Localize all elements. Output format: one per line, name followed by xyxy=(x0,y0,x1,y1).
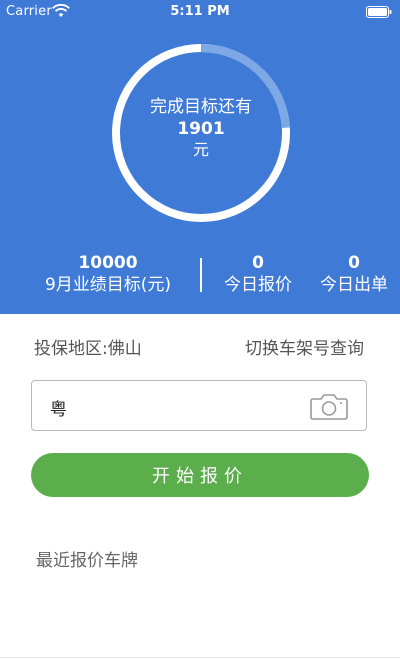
goal-remaining: 完成目标还有 1901 元 xyxy=(108,96,294,160)
license-plate-field[interactable]: 粤 xyxy=(31,380,367,431)
stat-quotes-value: 0 xyxy=(252,253,264,273)
switch-vin-query-link[interactable]: 切换车架号查询 xyxy=(245,334,364,359)
goal-remaining-amount: 1901 xyxy=(177,119,225,139)
stat-today-orders: 0 今日出单 xyxy=(308,252,400,296)
battery-icon xyxy=(366,6,392,18)
region-row: 投保地区:佛山 切换车架号查询 xyxy=(34,334,370,360)
stat-quotes-label: 今日报价 xyxy=(224,275,292,295)
insured-region-label[interactable]: 投保地区:佛山 xyxy=(34,334,142,359)
stats-row: 10000 9月业绩目标(元) 0 今日报价 0 今日出单 xyxy=(0,252,400,298)
stat-today-quotes: 0 今日报价 xyxy=(212,252,304,296)
stat-monthly-target: 10000 9月业绩目标(元) xyxy=(18,252,198,296)
plate-province-prefix[interactable]: 粤 xyxy=(50,395,67,420)
goal-caption: 完成目标还有 xyxy=(150,97,252,117)
plate-number-input[interactable] xyxy=(78,389,302,423)
quote-screen: Carrier 5:11 PM 完成目标还有 1901 元 10000 9月业绩… xyxy=(0,0,400,660)
stat-target-value: 10000 xyxy=(78,253,138,273)
stat-orders-value: 0 xyxy=(348,253,360,273)
stat-orders-label: 今日出单 xyxy=(320,275,388,295)
stats-divider xyxy=(200,258,202,292)
bottom-divider xyxy=(0,657,400,658)
goal-header: Carrier 5:11 PM 完成目标还有 1901 元 10000 9月业绩… xyxy=(0,0,400,314)
status-time: 5:11 PM xyxy=(170,4,230,19)
start-quote-button[interactable]: 开始报价 xyxy=(31,453,369,497)
goal-unit: 元 xyxy=(192,140,209,159)
recent-quote-plates-title: 最近报价车牌 xyxy=(36,551,138,571)
camera-icon[interactable] xyxy=(310,392,348,420)
status-bar: Carrier 5:11 PM xyxy=(0,0,400,24)
stat-target-label: 9月业绩目标(元) xyxy=(44,275,172,295)
